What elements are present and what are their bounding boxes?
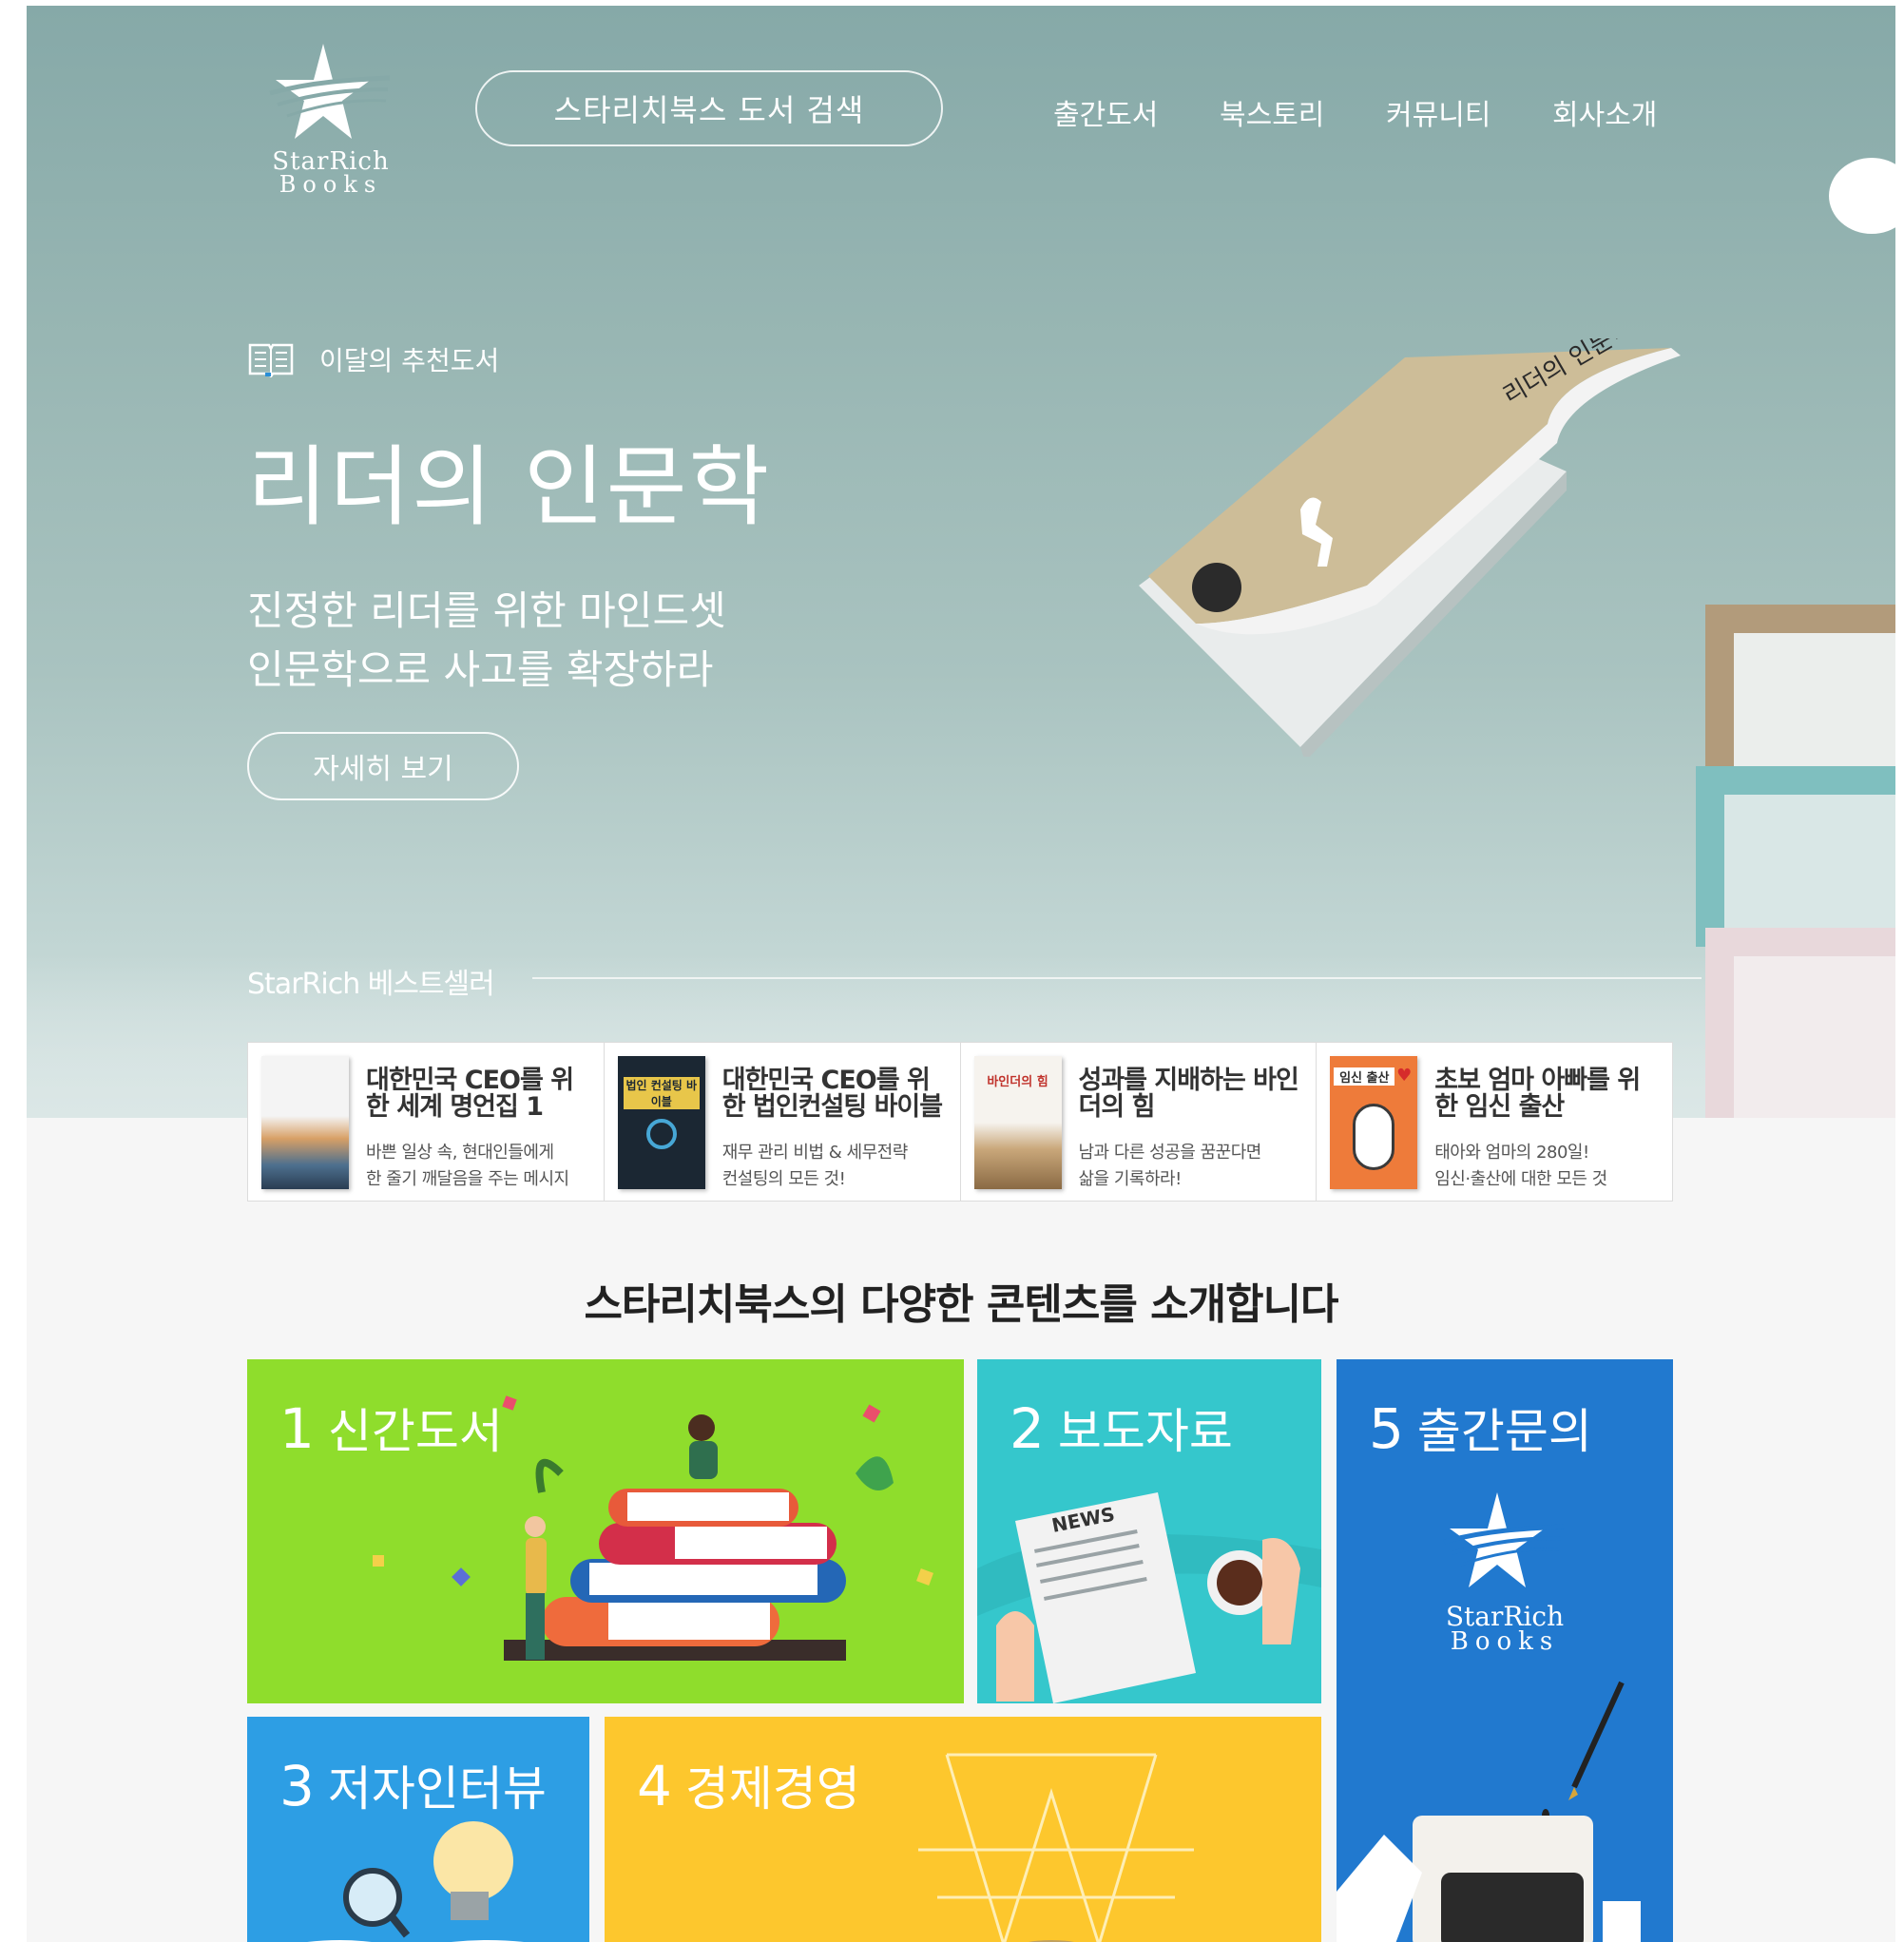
- book-title: 성과를 지배하는 바인 더의 힘: [1078, 1066, 1299, 1122]
- heart-icon: ♥: [1396, 1066, 1413, 1086]
- page-frame: StarRich Books 스타리치북스 도서 검색 출간도서 북스토리 커뮤…: [27, 6, 1895, 1942]
- bestseller-text: 성과를 지배하는 바인 더의 힘 남과 다른 성공을 꿈꾼다면 삶을 기록하라!: [1078, 1056, 1299, 1190]
- book-cover: 임신 출산 ♥: [1330, 1056, 1418, 1189]
- bestseller-item[interactable]: 임신 출산 ♥ 초보 엄마 아빠를 위한 임신 출산 태아와 엄마의 280일!…: [1317, 1043, 1672, 1201]
- nav-company[interactable]: 회사소개: [1552, 91, 1657, 133]
- contents-heading: 스타리치북스의 다양한 콘텐츠를 소개합니다: [584, 1280, 1338, 1329]
- book-title: 대한민국 CEO를 위한 법인컨설팅 바이블: [721, 1066, 943, 1122]
- book-description: 바쁜 일상 속, 현대인들에게 한 줄기 깨달음을 주는 메시지: [366, 1143, 569, 1189]
- book-title: 대한민국 CEO를 위한 세계 명언집 1: [366, 1066, 574, 1122]
- bestseller-heading: StarRich 베스트셀러: [247, 968, 495, 1001]
- cloud-decoration: [1829, 158, 1895, 234]
- ink-bottle-illustration: [1337, 1681, 1641, 1942]
- book-cover: 바인더의 힘: [973, 1056, 1062, 1189]
- bestseller-text: 대한민국 CEO를 위한 법인컨설팅 바이블 재무 관리 비법 & 세무전략 컨설…: [721, 1056, 943, 1190]
- view-more-button[interactable]: 자세히 보기: [247, 732, 519, 800]
- tile-author-interview[interactable]: 3 저자인터뷰: [247, 1717, 589, 1942]
- book-icon: [248, 343, 294, 377]
- logo-wordmark: StarRich Books: [272, 147, 390, 198]
- hero-title: 리더의 인문학: [247, 436, 772, 538]
- bestseller-text: 초보 엄마 아빠를 위한 임신 출산 태아와 엄마의 280일! 임신·출산에 대…: [1434, 1056, 1641, 1190]
- star-logo-icon: [269, 44, 391, 139]
- tile-economy-business[interactable]: 4 경제경영: [605, 1717, 1321, 1942]
- bestseller-list: 대한민국 CEO를 위한 세계 명언집 1 바쁜 일상 속, 현대인들에게 한 줄…: [247, 1042, 1673, 1202]
- nav-book-story[interactable]: 북스토리: [1220, 91, 1324, 133]
- book-title: 초보 엄마 아빠를 위한 임신 출산: [1434, 1066, 1641, 1122]
- magnifier-bulb-illustration: [307, 1821, 525, 1942]
- star-logo-icon: [1443, 1492, 1565, 1587]
- book-description: 태아와 엄마의 280일! 임신·출산에 대한 모든 것: [1434, 1143, 1607, 1189]
- tile-label: 5 출간문의: [1369, 1396, 1592, 1461]
- hero-section: StarRich Books 스타리치북스 도서 검색 출간도서 북스토리 커뮤…: [27, 6, 1895, 1118]
- recommend-label: 이달의 추천도서: [319, 345, 500, 376]
- bestseller-item[interactable]: 법인 컨설팅 바이블 대한민국 CEO를 위한 법인컨설팅 바이블 재무 관리 …: [605, 1043, 961, 1201]
- tile-label: 3 저자인터뷰: [279, 1754, 547, 1818]
- book-cover: [261, 1056, 349, 1189]
- book-description: 남과 다른 성공을 꿈꾼다면 삶을 기록하라!: [1078, 1143, 1262, 1189]
- logo-wordmark: StarRich Books: [1445, 1601, 1565, 1656]
- book-search-button[interactable]: 스타리치북스 도서 검색: [475, 70, 943, 146]
- cover-title: 법인 컨설팅 바이블: [623, 1077, 700, 1109]
- tile-new-books[interactable]: 1 신간도서: [247, 1359, 964, 1703]
- hero-subtitle: 진정한 리더를 위한 마인드셋 인문학으로 사고를 확장하라: [247, 587, 726, 693]
- tile-label: 1 신간도서: [279, 1396, 503, 1461]
- tile-label: 2 보도자료: [1010, 1396, 1233, 1461]
- recommend-tag: 이달의 추천도서: [247, 340, 499, 378]
- nav-community[interactable]: 커뮤니티: [1386, 91, 1491, 133]
- cover-title: 바인더의 힘: [987, 1075, 1048, 1089]
- book-cover: 법인 컨설팅 바이블: [617, 1056, 705, 1189]
- site-logo[interactable]: StarRich Books: [264, 44, 397, 205]
- shelf-decoration: [1696, 605, 1895, 1118]
- featured-book-image[interactable]: 리더의 인문학: [1110, 338, 1700, 757]
- bestseller-item[interactable]: 대한민국 CEO를 위한 세계 명언집 1 바쁜 일상 속, 현대인들에게 한 줄…: [248, 1043, 605, 1201]
- tile-press-releases[interactable]: NEWS 2 보도자료: [977, 1359, 1321, 1703]
- tile-publishing-inquiry[interactable]: 5 출간문의 StarRich Books: [1337, 1359, 1673, 1942]
- cover-title: 임신 출산: [1334, 1067, 1395, 1086]
- book-description: 재무 관리 비법 & 세무전략 컨설팅의 모든 것!: [721, 1143, 909, 1189]
- nav-published-books[interactable]: 출간도서: [1053, 91, 1158, 133]
- bestseller-text: 대한민국 CEO를 위한 세계 명언집 1 바쁜 일상 속, 현대인들에게 한 줄…: [366, 1056, 574, 1190]
- bestseller-divider: [532, 977, 1702, 979]
- won-network-illustration: [918, 1753, 1194, 1942]
- bestseller-item[interactable]: 바인더의 힘 성과를 지배하는 바인 더의 힘 남과 다른 성공을 꿈꾼다면 삶을 …: [961, 1043, 1317, 1201]
